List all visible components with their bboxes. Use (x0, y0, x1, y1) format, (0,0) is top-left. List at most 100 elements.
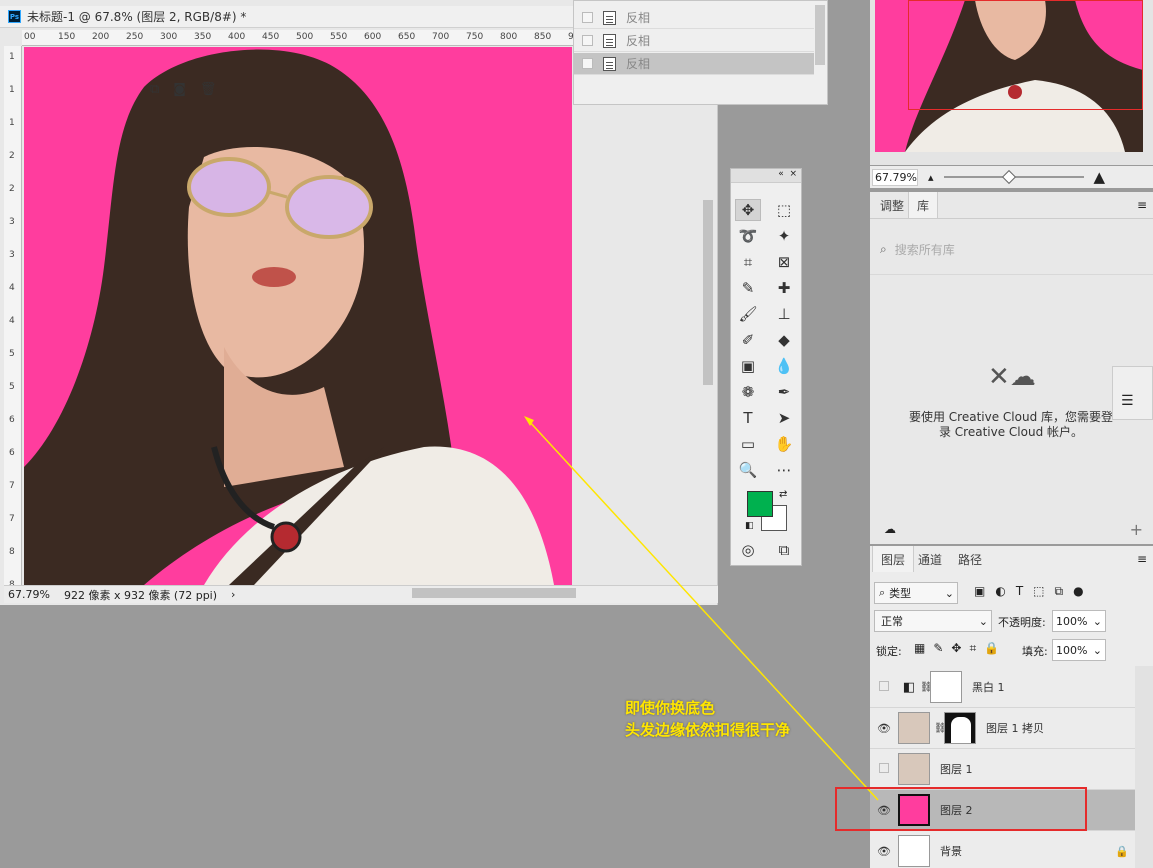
lock-position-icon[interactable]: ✥ (951, 641, 961, 656)
cloud-sync-icon[interactable]: ☁ (884, 522, 896, 536)
fill-input[interactable]: 100% ⌄ (1052, 639, 1106, 661)
layer-row[interactable]: 👁 ⛓ 图层 1 拷贝 (870, 708, 1135, 749)
lock-transparent-icon[interactable]: ▦ (914, 641, 925, 656)
canvas[interactable] (24, 47, 572, 585)
history-item[interactable]: 反相 (574, 7, 814, 29)
layer-mask-thumbnail[interactable] (930, 671, 962, 703)
eyedropper-tool-icon[interactable]: ✎ (735, 277, 761, 299)
tab-divider (870, 218, 1153, 219)
tab-channels[interactable]: 通道 (910, 546, 950, 572)
history-item-selected[interactable]: 反相 (574, 53, 814, 75)
trash-icon[interactable]: 🗑 (200, 82, 217, 97)
type-tool-icon[interactable]: T (735, 407, 761, 429)
more-tools-icon[interactable]: ⋯ (771, 459, 797, 481)
navigator-view-box[interactable] (908, 0, 1143, 110)
vertical-ruler[interactable]: 11122334455667788 (4, 46, 22, 586)
frame-tool-icon[interactable]: ⊠ (771, 251, 797, 273)
add-library-icon[interactable]: + (1130, 520, 1143, 539)
brush-tool-icon[interactable]: 🖌 (735, 303, 761, 325)
layer-row[interactable]: ◧ ⛓ 黑白 1 (870, 667, 1135, 708)
history-checkbox[interactable] (582, 58, 593, 69)
layer-name[interactable]: 图层 1 拷贝 (986, 720, 1044, 736)
default-colors-icon[interactable]: ◧ (745, 521, 754, 531)
tools-panel-header[interactable]: « × (731, 169, 801, 183)
layer-thumbnail[interactable] (898, 712, 930, 744)
zoom-readout[interactable]: 67.79% (8, 588, 50, 601)
tab-libraries[interactable]: 库 (908, 192, 939, 218)
layer-thumbnail[interactable] (898, 835, 930, 867)
healing-brush-tool-icon[interactable]: ✚ (771, 277, 797, 299)
history-scrollbar[interactable] (815, 5, 825, 65)
eye-icon[interactable]: 👁 (870, 722, 898, 735)
marquee-tool-icon[interactable]: ⬚ (771, 199, 797, 221)
navigator-zoom-value[interactable]: 67.79% (872, 168, 918, 186)
dodge-tool-icon[interactable]: ❁ (735, 381, 761, 403)
history-brush-tool-icon[interactable]: ✐ (735, 329, 761, 351)
clone-stamp-tool-icon[interactable]: ⊥ (771, 303, 797, 325)
eraser-tool-icon[interactable]: ◆ (771, 329, 797, 351)
filter-toggle-icon[interactable]: ● (1073, 584, 1083, 599)
zoom-slider[interactable] (943, 169, 1084, 185)
layer-name[interactable]: 背景 (940, 843, 962, 859)
close-icon[interactable]: × (789, 169, 797, 179)
properties-icon[interactable]: ☰ (1121, 393, 1134, 409)
visibility-toggle[interactable] (870, 680, 898, 694)
screen-mode-icon[interactable]: ⧉ (771, 539, 797, 561)
magic-wand-tool-icon[interactable]: ✦ (771, 225, 797, 247)
blend-mode-select[interactable]: 正常 ⌄ (874, 610, 992, 632)
layers-scrollbar[interactable] (1135, 666, 1153, 868)
panel-menu-icon[interactable]: ≡ (1137, 198, 1147, 212)
history-checkbox[interactable] (582, 35, 593, 46)
tab-adjustments[interactable]: 调整 (872, 192, 912, 218)
lock-artboard-icon[interactable]: ⌗ (969, 641, 976, 656)
pen-tool-icon[interactable]: ✒ (771, 381, 797, 403)
zoom-in-icon[interactable]: ▲ (1094, 168, 1106, 186)
adjustment-filter-icon[interactable]: ◐ (995, 584, 1005, 599)
layer-filter-select[interactable]: ⌕ 类型 ⌄ (874, 582, 958, 604)
opacity-input[interactable]: 100% ⌄ (1052, 610, 1106, 632)
foreground-color-swatch[interactable] (747, 491, 773, 517)
zoom-slider-thumb[interactable] (1001, 169, 1016, 185)
status-menu-arrow[interactable]: › (231, 588, 235, 601)
properties-panel-stub[interactable]: ☰ (1112, 366, 1153, 420)
horizontal-scroll-thumb[interactable] (412, 588, 576, 598)
lasso-tool-icon[interactable]: ➰ (735, 225, 761, 247)
horizontal-ruler[interactable]: 00 150 200 250 300 350 400 450 500 550 600 650 700 75… (22, 30, 574, 46)
layer-thumbnail[interactable] (898, 753, 930, 785)
layer-row[interactable]: 图层 1 (870, 749, 1135, 790)
type-filter-icon[interactable]: T (1016, 584, 1023, 599)
smart-object-filter-icon[interactable]: ⧉ (1055, 584, 1064, 599)
collapse-icon[interactable]: « (778, 169, 784, 179)
rectangle-tool-icon[interactable]: ▭ (735, 433, 761, 455)
pixel-filter-icon[interactable]: ▣ (974, 584, 985, 599)
eye-icon[interactable]: 👁 (870, 845, 898, 858)
new-document-from-state-icon[interactable]: ⧉ (150, 82, 159, 97)
visibility-toggle[interactable] (870, 762, 898, 776)
camera-icon[interactable]: ◙ (173, 82, 186, 97)
library-search[interactable]: ⌕ 搜索所有库 (880, 238, 1142, 260)
zoom-tool-icon[interactable]: 🔍 (735, 459, 761, 481)
layer-mask-thumbnail[interactable] (944, 712, 976, 744)
layer-name[interactable]: 黑白 1 (972, 679, 1005, 695)
lock-all-icon[interactable]: 🔒 (984, 641, 999, 656)
path-selection-tool-icon[interactable]: ➤ (771, 407, 797, 429)
vertical-scroll-thumb[interactable] (703, 200, 713, 385)
layer-name[interactable]: 图层 1 (940, 761, 973, 777)
layers-menu-icon[interactable]: ≡ (1137, 552, 1147, 566)
layer-row[interactable]: 👁 背景 🔒 (870, 831, 1135, 868)
zoom-out-icon[interactable]: ▴ (928, 171, 934, 184)
history-checkbox[interactable] (582, 12, 593, 23)
lock-image-icon[interactable]: ✎ (933, 641, 943, 656)
hand-tool-icon[interactable]: ✋ (771, 433, 797, 455)
swap-colors-icon[interactable]: ⇄ (779, 489, 787, 500)
quick-mask-icon[interactable]: ◎ (735, 539, 761, 561)
move-tool-icon[interactable]: ✥ (735, 199, 761, 221)
gradient-tool-icon[interactable]: ▣ (735, 355, 761, 377)
history-label: 反相 (626, 34, 651, 48)
history-item[interactable]: 反相 (574, 30, 814, 52)
tab-paths[interactable]: 路径 (950, 546, 990, 572)
blur-tool-icon[interactable]: 💧 (771, 355, 797, 377)
shape-filter-icon[interactable]: ⬚ (1033, 584, 1044, 599)
crop-tool-icon[interactable]: ⌗ (735, 251, 761, 273)
tab-layers[interactable]: 图层 (872, 546, 915, 572)
